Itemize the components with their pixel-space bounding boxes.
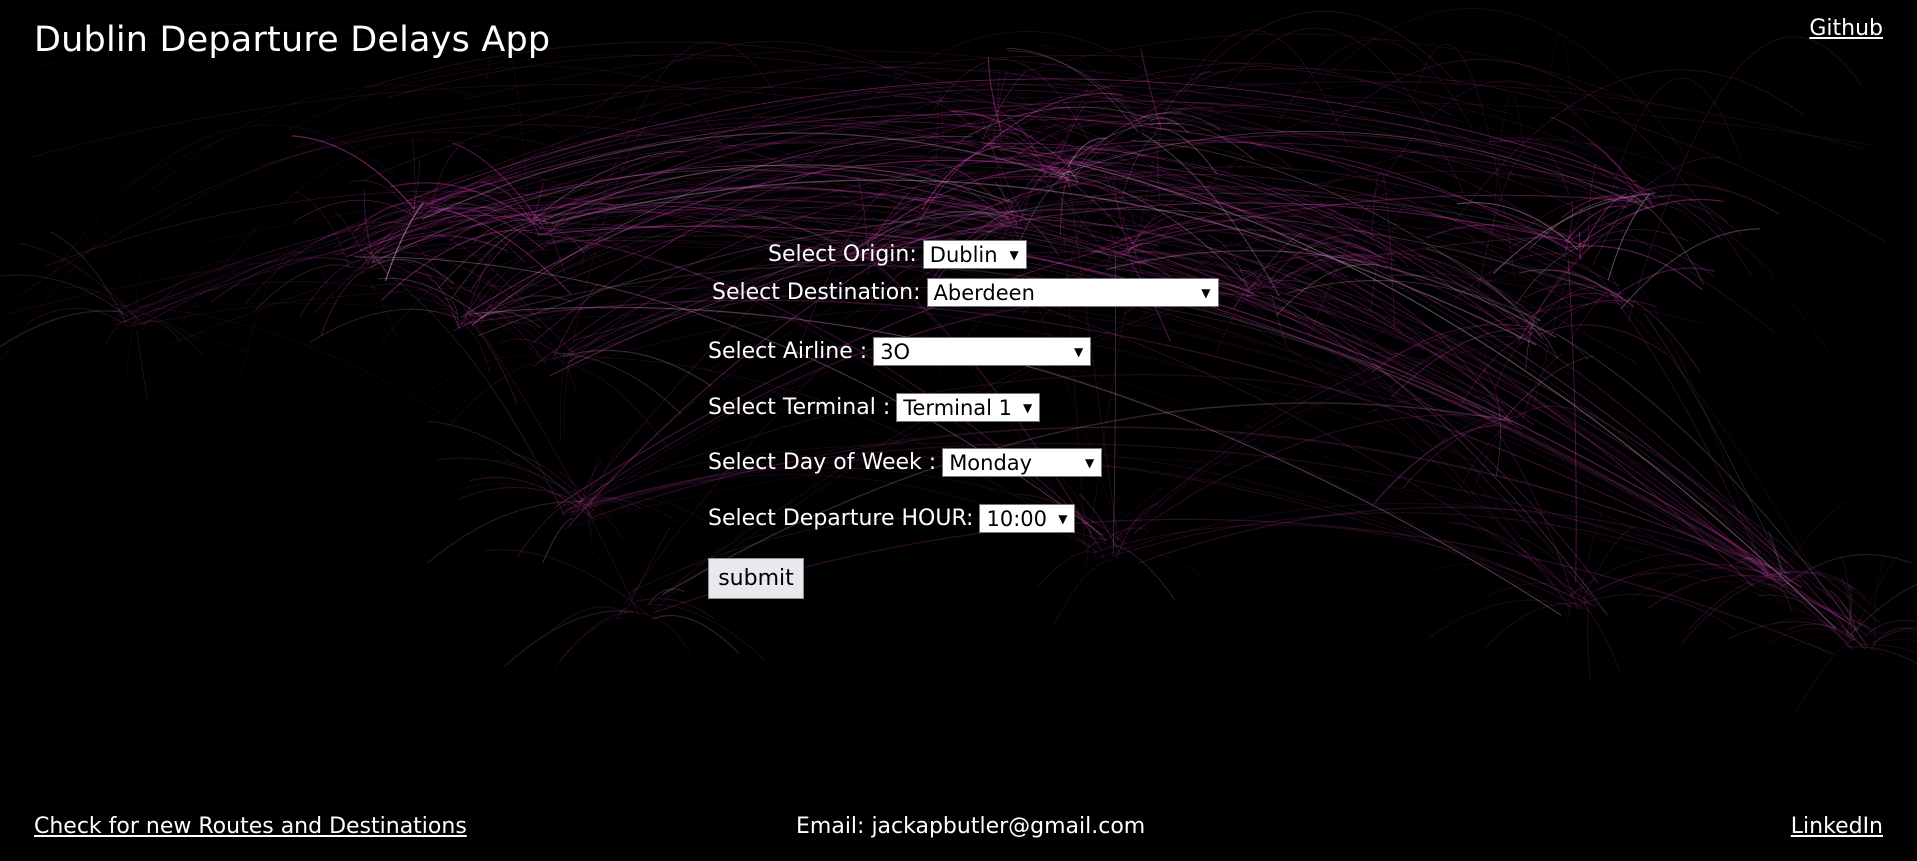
hour-label: Select Departure HOUR: [708,506,974,531]
day-label: Select Day of Week : [708,450,937,475]
contact-email: Email: jackapbutler@gmail.com [796,814,1146,839]
terminal-value: Terminal 1 [903,395,1013,420]
dropdown-arrow-icon: ▼ [1009,247,1019,262]
airline-select[interactable]: 3O ▼ [873,337,1092,366]
dropdown-arrow-icon: ▼ [1073,344,1084,359]
hour-row: Select Departure HOUR: 10:00 ▼ [708,504,1076,533]
day-row: Select Day of Week : Monday ▼ [708,448,1103,477]
terminal-row: Select Terminal : Terminal 1 ▼ [708,393,1041,422]
destination-row: Select Destination: Aberdeen ▼ [712,278,1219,307]
day-select[interactable]: Monday ▼ [942,448,1103,477]
delay-form: Select Origin: Dublin ▼ Select Destinati… [0,0,1917,861]
hour-select[interactable]: 10:00 ▼ [979,504,1076,533]
dropdown-arrow-icon: ▼ [1058,511,1068,526]
terminal-label: Select Terminal : [708,395,891,420]
airline-label: Select Airline : [708,339,868,364]
origin-value: Dublin [929,242,998,267]
day-value: Monday [949,450,1033,475]
airline-row: Select Airline : 3O ▼ [708,337,1092,366]
dropdown-arrow-icon: ▼ [1084,455,1095,470]
destination-value: Aberdeen [933,280,1035,305]
destination-label: Select Destination: [712,280,921,305]
dropdown-arrow-icon: ▼ [1023,400,1033,415]
destination-select[interactable]: Aberdeen ▼ [926,278,1219,307]
airline-value: 3O [880,339,911,364]
hour-value: 10:00 [986,506,1048,531]
linkedin-link[interactable]: LinkedIn [1791,814,1883,839]
origin-select[interactable]: Dublin ▼ [922,240,1027,269]
origin-label: Select Origin: [768,242,917,267]
submit-button[interactable]: submit [708,558,804,599]
origin-row: Select Origin: Dublin ▼ [768,240,1027,269]
new-routes-link[interactable]: Check for new Routes and Destinations [34,814,467,839]
dropdown-arrow-icon: ▼ [1201,285,1211,300]
terminal-select[interactable]: Terminal 1 ▼ [896,393,1041,422]
